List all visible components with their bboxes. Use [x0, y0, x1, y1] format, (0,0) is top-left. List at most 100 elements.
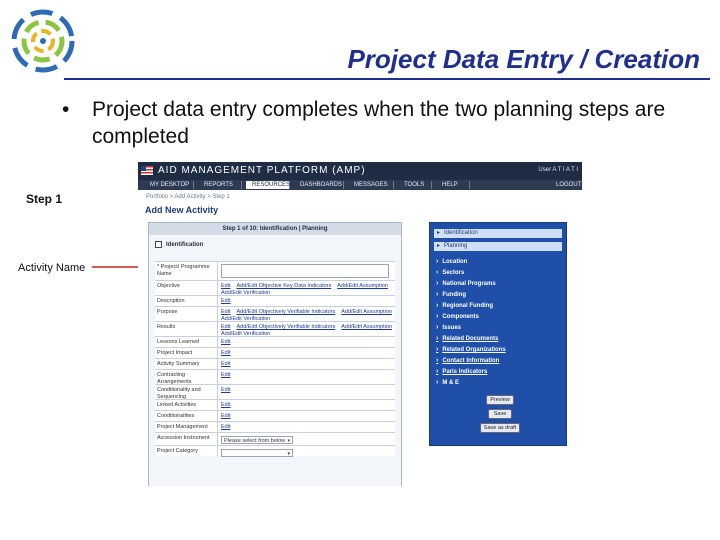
nav-national-programs[interactable]: National Programs: [436, 280, 495, 288]
column-divider: [217, 281, 218, 295]
section-title: Identification: [166, 242, 204, 249]
field-select[interactable]: ▾: [221, 449, 293, 457]
flag-icon: [141, 166, 153, 175]
column-divider: [217, 411, 218, 421]
field-action-link[interactable]: Add/Edit Assumption: [341, 309, 392, 315]
field-label: Project Management: [157, 424, 208, 430]
edit-link[interactable]: Edit: [221, 424, 230, 430]
field-action-link[interactable]: Add/Edit Assumption: [337, 283, 388, 289]
field-action-link[interactable]: Add/Edit Assumption: [341, 324, 392, 330]
nav-contact-information[interactable]: Contact Information: [436, 357, 499, 365]
field-links: Edit: [221, 339, 230, 346]
field-links: Edit: [221, 372, 230, 379]
table-row: Results Edit Add/Edit Objectively Verifiab…: [155, 321, 395, 337]
column-divider: [217, 322, 218, 336]
field-action-link[interactable]: Add/Edit Objectively Verifiable Indicato…: [236, 324, 335, 330]
table-row: Lessons Learned Edit: [155, 336, 395, 347]
edit-link[interactable]: Edit: [221, 387, 230, 393]
field-label: Project Impact: [157, 350, 193, 356]
column-divider: [217, 400, 218, 410]
menu-dashboards[interactable]: DASHBOARDS: [294, 181, 344, 189]
preview-button[interactable]: Preview: [486, 395, 514, 405]
field-label: Accession Instrument: [157, 435, 210, 441]
field-links: Edit: [221, 361, 230, 368]
user-info: User A T I A T I: [538, 167, 578, 173]
edit-link[interactable]: Edit: [221, 402, 230, 408]
edit-link[interactable]: Edit: [221, 324, 230, 330]
table-row: Activity Summary Edit: [155, 358, 395, 369]
column-divider: [217, 433, 218, 445]
edit-link[interactable]: Edit: [221, 339, 230, 345]
nav-m-and-e[interactable]: M & E: [436, 379, 459, 387]
nav-components[interactable]: Components: [436, 313, 479, 321]
edit-link[interactable]: Edit: [221, 283, 230, 289]
menu-reports[interactable]: REPORTS: [198, 181, 242, 189]
table-row: Description Edit: [155, 295, 395, 306]
amp-logo-icon: [11, 9, 75, 73]
field-label: Objective: [157, 283, 180, 289]
step-label: Step 1: [26, 192, 63, 206]
field-label: * Project/ Programme Name: [157, 264, 210, 277]
nav-regional-funding[interactable]: Regional Funding: [436, 302, 493, 310]
column-divider: [217, 307, 218, 321]
field-links: Edit: [221, 424, 230, 431]
collapse-icon[interactable]: [155, 241, 162, 248]
table-row: Conditionality and Sequencing Edit: [155, 384, 395, 400]
main-menu: MY DESKTOP REPORTS RESOURCES DASHBOARDS …: [138, 180, 582, 190]
tab-planning[interactable]: Planning: [434, 242, 562, 251]
table-row: Conditionalities Edit: [155, 410, 395, 421]
nav-issues[interactable]: Issues: [436, 324, 461, 332]
menu-my-desktop[interactable]: MY DESKTOP: [144, 181, 194, 189]
menu-resources[interactable]: RESOURCES: [246, 181, 290, 189]
bullet-icon: •: [62, 98, 70, 121]
nav-paris-indicators[interactable]: Paris Indicators: [436, 368, 487, 376]
table-row: Project Impact Edit: [155, 347, 395, 358]
tab-identification[interactable]: Identification: [434, 229, 562, 238]
nav-location[interactable]: Location: [436, 258, 467, 266]
edit-link[interactable]: Edit: [221, 350, 230, 356]
nav-related-documents[interactable]: Related Documents: [436, 335, 498, 343]
table-row: Accession Instrument Please select from b…: [155, 432, 395, 445]
menu-help[interactable]: HELP: [436, 181, 470, 189]
field-label: Linked Activities: [157, 402, 197, 408]
table-row: Purpose Edit Add/Edit Objectively Verifiab…: [155, 306, 395, 322]
field-select[interactable]: Please select from below ▾: [221, 436, 293, 444]
nav-sectors[interactable]: Sectors: [436, 269, 464, 277]
column-divider: [217, 385, 218, 399]
table-row: Contracting Arrangements Edit: [155, 369, 395, 385]
slide-title: Project Data Entry / Creation: [347, 44, 700, 74]
chevron-down-icon: ▾: [287, 438, 290, 444]
field-links: Edit: [221, 413, 230, 420]
field-label: Purpose: [157, 309, 178, 315]
field-action-link[interactable]: Add/Edit Objectively Verifiable Indicato…: [236, 309, 335, 315]
logout-link[interactable]: LOGOUT: [550, 181, 581, 189]
menu-messages[interactable]: MESSAGES: [348, 181, 394, 189]
field-label: Activity Summary: [157, 361, 200, 367]
column-divider: [217, 370, 218, 384]
nav-related-organizations[interactable]: Related Organizations: [436, 346, 505, 354]
edit-link[interactable]: Edit: [221, 309, 230, 315]
edit-link[interactable]: Edit: [221, 372, 230, 378]
table-row: Project Category ▾: [155, 445, 395, 457]
menu-tools[interactable]: TOOLS: [398, 181, 432, 189]
section-identification[interactable]: Identification: [155, 241, 203, 248]
field-links: Edit: [221, 350, 230, 357]
edit-link[interactable]: Edit: [221, 298, 230, 304]
field-label: Description: [157, 298, 185, 304]
bullet-text: Project data entry completes when the tw…: [92, 98, 666, 148]
save-button[interactable]: Save: [488, 409, 512, 419]
column-divider: [217, 337, 218, 347]
field-label: Conditionalities: [157, 413, 195, 419]
title-divider: [64, 78, 710, 80]
field-label: Lessons Learned: [157, 339, 200, 345]
activity-name-input[interactable]: [221, 264, 389, 278]
amp-header: AID MANAGEMENT PLATFORM (AMP) User A T I…: [138, 162, 582, 180]
table-row: Objective Edit Add/Edit Objective Key Data…: [155, 280, 395, 296]
nav-funding[interactable]: Funding: [436, 291, 466, 299]
edit-link[interactable]: Edit: [221, 413, 230, 419]
field-action-link[interactable]: Add/Edit Objective Key Data Indicators: [236, 283, 331, 289]
select-value: Please select from below: [224, 438, 286, 444]
edit-link[interactable]: Edit: [221, 361, 230, 367]
table-row: * Project/ Programme Name: [155, 261, 395, 280]
save-as-draft-button[interactable]: Save as draft: [480, 423, 520, 433]
